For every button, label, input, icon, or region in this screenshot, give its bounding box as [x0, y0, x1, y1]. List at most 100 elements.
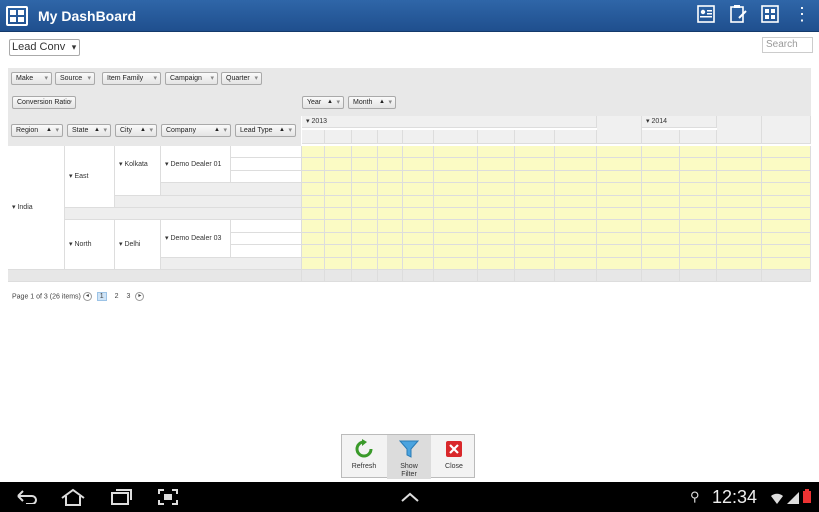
- data-cell: [555, 146, 597, 159]
- data-cell: [555, 183, 597, 196]
- sort-asc-icon[interactable]: ▲: [279, 125, 285, 136]
- row-field-company[interactable]: Company ▲ ▾: [161, 124, 231, 137]
- app-grid-icon[interactable]: [6, 6, 28, 26]
- data-cell: [680, 183, 717, 196]
- sort-asc-icon[interactable]: ▲: [94, 125, 100, 136]
- row-lead-type: [231, 146, 302, 159]
- system-nav-bar: ⚲ 12:34: [0, 482, 819, 512]
- refresh-button[interactable]: Refresh: [342, 435, 386, 479]
- row-field-city[interactable]: City ▲ ▾: [115, 124, 157, 137]
- row-region-india[interactable]: ▾ India: [8, 146, 65, 270]
- row-city-kolkata[interactable]: ▾ Kolkata: [115, 146, 161, 196]
- data-cell: [434, 146, 478, 159]
- col-field-year[interactable]: Year ▲ ▾: [302, 96, 344, 109]
- row-field-region[interactable]: Region ▲ ▾: [11, 124, 63, 137]
- data-cell: [515, 232, 555, 246]
- screenshot-icon[interactable]: [157, 488, 179, 511]
- row-field-state[interactable]: State ▲ ▾: [67, 124, 111, 137]
- month-header: [434, 130, 478, 144]
- year-header-2014[interactable]: ▾ 2014: [642, 116, 717, 128]
- home-icon[interactable]: [60, 488, 86, 511]
- data-cell: [478, 270, 515, 283]
- row-state-north[interactable]: ▾ North: [65, 220, 115, 270]
- clipboard-edit-icon[interactable]: [726, 4, 750, 28]
- data-cell: [478, 257, 515, 270]
- overflow-menu-icon[interactable]: ⋮: [790, 4, 814, 28]
- close-button[interactable]: Close: [432, 435, 476, 479]
- data-cell: [325, 270, 352, 283]
- data-cell: [352, 170, 378, 184]
- month-header: [515, 130, 555, 144]
- row-lead-type: [231, 220, 302, 233]
- refresh-icon: [355, 439, 373, 458]
- filter-chip-source-label: Source: [60, 75, 83, 82]
- sort-asc-icon[interactable]: ▲: [214, 125, 220, 136]
- row-field-lead-type[interactable]: Lead Type ▲ ▾: [235, 124, 296, 137]
- filter-icon[interactable]: ▾: [68, 97, 72, 108]
- data-cell: [680, 245, 717, 258]
- show-filter-button[interactable]: Show Filter: [387, 435, 431, 479]
- filter-icon[interactable]: ▾: [44, 73, 48, 84]
- row-field-lead-type-label: Lead Type: [240, 127, 273, 134]
- data-cell: [378, 257, 403, 270]
- filter-chip-make[interactable]: Make ▾: [11, 72, 52, 85]
- data-cell: [717, 183, 762, 196]
- data-cell: [555, 245, 597, 258]
- prev-page-icon[interactable]: ◂: [82, 292, 92, 301]
- sort-asc-icon[interactable]: ▲: [46, 125, 52, 136]
- filter-chip-source[interactable]: Source ▾: [55, 72, 95, 85]
- view-select[interactable]: Lead Conv: [9, 39, 81, 56]
- sort-asc-icon[interactable]: ▲: [379, 97, 385, 108]
- chevron-up-icon[interactable]: [400, 490, 420, 508]
- data-cell: [478, 146, 515, 159]
- search-input[interactable]: Search: [762, 37, 813, 53]
- sort-asc-icon[interactable]: ▲: [140, 125, 146, 136]
- data-field-chip[interactable]: Conversion Ratio ▾: [12, 96, 76, 109]
- row-company-dealer03[interactable]: ▾ Demo Dealer 03: [161, 220, 231, 258]
- filter-chip-item-family[interactable]: Item Family ▾: [102, 72, 161, 85]
- bottom-toolbar: Refresh Show Filter Close: [341, 434, 476, 479]
- next-page-icon[interactable]: ▸: [135, 292, 145, 301]
- row-state-east[interactable]: ▾ East: [65, 146, 115, 208]
- contacts-icon[interactable]: [694, 4, 718, 28]
- filter-icon[interactable]: ▾: [254, 73, 258, 84]
- page-3[interactable]: 3: [127, 293, 131, 300]
- filter-icon[interactable]: ▾: [149, 125, 153, 136]
- filter-chip-quarter[interactable]: Quarter ▾: [221, 72, 262, 85]
- row-city-delhi[interactable]: ▾ Delhi: [115, 220, 161, 270]
- recent-apps-icon[interactable]: [110, 488, 132, 511]
- row-field-region-label: Region: [16, 127, 39, 134]
- year-header-2013[interactable]: ▾ 2013: [302, 116, 597, 128]
- filter-icon[interactable]: ▾: [87, 73, 91, 84]
- data-cell: [717, 146, 762, 159]
- month-header: [642, 130, 680, 144]
- year-total-header: [717, 116, 762, 144]
- usb-icon: ⚲: [690, 489, 700, 504]
- col-field-month[interactable]: Month ▲ ▾: [348, 96, 396, 109]
- data-cell: [515, 195, 555, 208]
- filter-icon[interactable]: ▾: [336, 97, 340, 108]
- data-cell: [478, 220, 515, 233]
- sort-asc-icon[interactable]: ▲: [327, 97, 333, 108]
- filter-icon[interactable]: ▾: [55, 125, 59, 136]
- filter-chip-campaign[interactable]: Campaign ▾: [165, 72, 218, 85]
- data-cell: [642, 232, 680, 246]
- page-1[interactable]: 1: [96, 292, 107, 302]
- filter-chip-campaign-label: Campaign: [170, 75, 202, 82]
- filter-icon[interactable]: ▾: [103, 125, 107, 136]
- filter-icon[interactable]: ▾: [223, 125, 227, 136]
- filter-icon[interactable]: ▾: [153, 73, 157, 84]
- month-header: [378, 130, 403, 144]
- data-cell: [717, 208, 762, 221]
- back-icon[interactable]: [14, 488, 38, 509]
- filter-icon[interactable]: ▾: [388, 97, 392, 108]
- page-2[interactable]: 2: [115, 293, 119, 300]
- dashboard-grid-icon[interactable]: [758, 4, 782, 28]
- filter-icon[interactable]: ▾: [288, 125, 292, 136]
- data-cell: [642, 146, 680, 159]
- row-company-dealer01[interactable]: ▾ Demo Dealer 01: [161, 146, 231, 184]
- filter-icon[interactable]: ▾: [210, 73, 214, 84]
- pager: Page 1 of 3 (26 items) ◂ 1 2 3 ▸: [12, 292, 145, 302]
- data-cell: [478, 245, 515, 258]
- data-cell: [403, 257, 434, 270]
